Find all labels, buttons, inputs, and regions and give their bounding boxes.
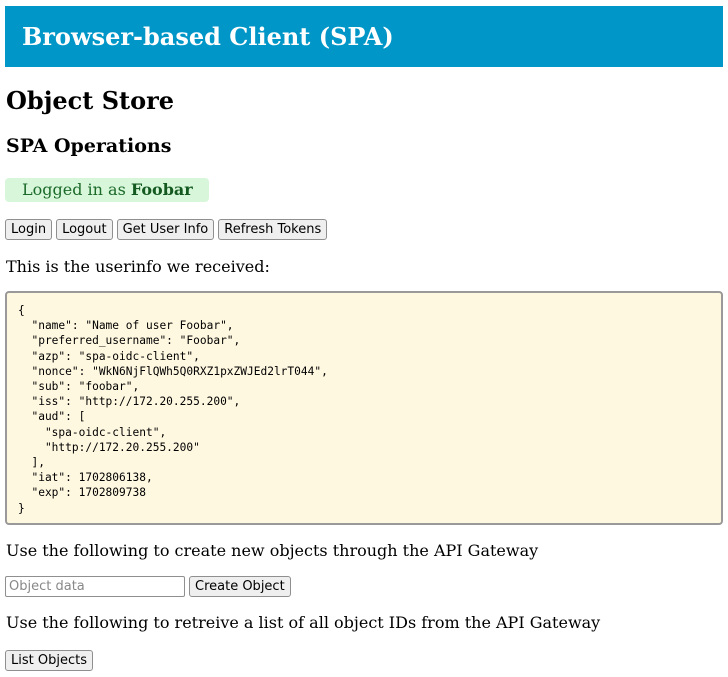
- create-object-button[interactable]: Create Object: [189, 576, 291, 597]
- logout-button[interactable]: Logout: [56, 219, 113, 240]
- get-user-info-button[interactable]: Get User Info: [116, 219, 215, 240]
- create-intro-text: Use the following to create new objects …: [6, 541, 539, 560]
- app-title: Browser-based Client (SPA): [22, 22, 394, 51]
- page-title: Object Store: [6, 86, 175, 115]
- auth-button-row: Login Logout Get User Info Refresh Token…: [5, 219, 328, 240]
- login-status-username: Foobar: [130, 180, 193, 199]
- login-status-badge: Logged in as Foobar: [5, 178, 209, 202]
- app-header: Browser-based Client (SPA): [5, 6, 723, 67]
- object-data-input[interactable]: [5, 576, 185, 597]
- userinfo-output: { "name": "Name of user Foobar", "prefer…: [5, 291, 723, 525]
- userinfo-intro-text: This is the userinfo we received:: [6, 257, 270, 276]
- list-intro-text: Use the following to retreive a list of …: [6, 613, 601, 632]
- login-status-prefix: Logged in as: [22, 180, 131, 199]
- section-title: SPA Operations: [6, 135, 172, 157]
- login-button[interactable]: Login: [5, 219, 53, 240]
- create-object-row: Create Object: [5, 576, 291, 597]
- refresh-tokens-button[interactable]: Refresh Tokens: [218, 219, 328, 240]
- list-objects-button[interactable]: List Objects: [5, 650, 93, 671]
